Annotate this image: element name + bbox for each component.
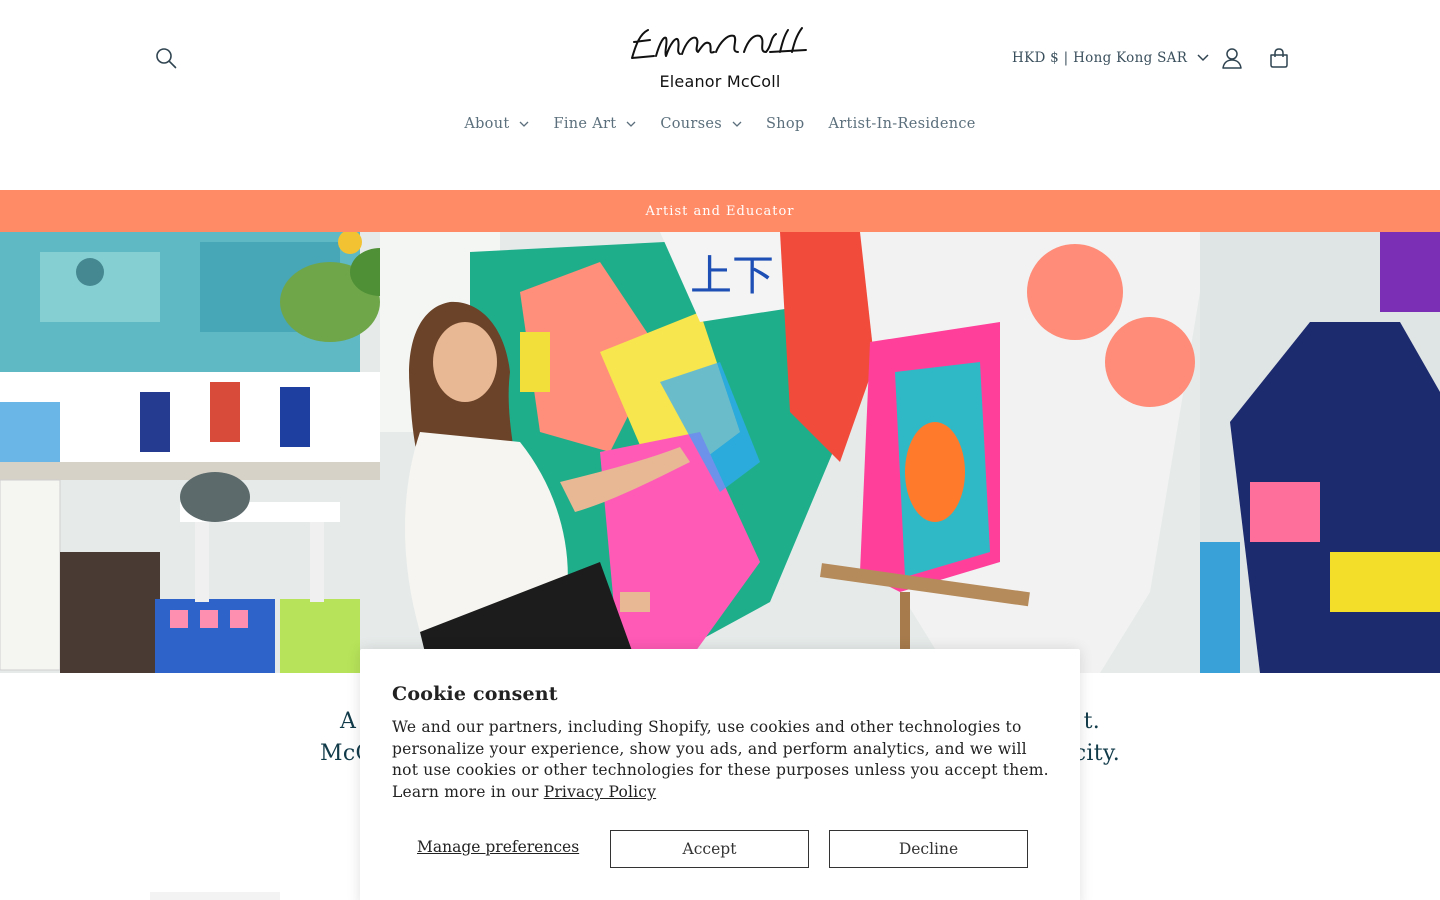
cookie-body-text: We and our partners, including Shopify, …: [392, 718, 1049, 802]
site-logo[interactable]: Eleanor McColl: [620, 22, 820, 94]
account-icon: [1222, 48, 1242, 69]
cookie-consent-dialog: Cookie consent We and our partners, incl…: [360, 649, 1080, 900]
svg-text:上下: 上下: [690, 251, 774, 300]
nav-label: Artist-In-Residence: [828, 116, 976, 132]
chevron-down-icon: [732, 121, 742, 127]
nav-item-about[interactable]: About: [452, 112, 541, 136]
logo-name: Eleanor McColl: [659, 72, 781, 91]
intro-fragment: t.: [1083, 709, 1100, 734]
nav-label: Fine Art: [553, 116, 617, 132]
cookie-body: We and our partners, including Shopify, …: [392, 717, 1052, 804]
account-button[interactable]: [1214, 40, 1250, 76]
section-image-partial: [150, 892, 280, 900]
nav-label: Courses: [660, 116, 722, 132]
nav-label: About: [464, 116, 510, 132]
announcement-text: Artist and Educator: [645, 203, 795, 219]
logo-signature: [631, 27, 807, 59]
nav-item-shop[interactable]: Shop: [754, 112, 816, 136]
main-nav: About Fine Art Courses Shop Artist-In-Re…: [0, 112, 1440, 136]
chevron-down-icon: [1197, 54, 1209, 62]
manage-preferences-link[interactable]: Manage preferences: [417, 838, 579, 856]
site-header: Eleanor McColl HKD $ | Hong Kong SAR Abo…: [0, 0, 1440, 190]
intro-fragment: A: [340, 709, 357, 734]
announcement-bar: Artist and Educator: [0, 190, 1440, 232]
nav-item-courses[interactable]: Courses: [648, 112, 754, 136]
accept-button[interactable]: Accept: [610, 830, 809, 868]
hero-image: 上下: [0, 232, 1440, 673]
nav-item-artist-in-residence[interactable]: Artist-In-Residence: [816, 112, 987, 136]
chevron-down-icon: [626, 121, 636, 127]
cookie-title: Cookie consent: [392, 683, 558, 705]
decline-button[interactable]: Decline: [829, 830, 1028, 868]
intro-fragment: city.: [1073, 741, 1120, 766]
hero-artist-photo: 上下: [0, 232, 1440, 673]
cart-icon: [1270, 48, 1288, 68]
cart-button[interactable]: [1261, 40, 1297, 76]
nav-label: Shop: [766, 116, 805, 132]
search-button[interactable]: [148, 40, 184, 76]
search-icon: [156, 48, 177, 69]
nav-item-fine-art[interactable]: Fine Art: [541, 112, 648, 136]
privacy-policy-link[interactable]: Privacy Policy: [544, 783, 656, 801]
currency-selector[interactable]: HKD $ | Hong Kong SAR: [1012, 44, 1209, 72]
chevron-down-icon: [520, 121, 529, 127]
cookie-actions: Manage preferences Accept Decline: [392, 830, 1048, 868]
currency-label: HKD $ | Hong Kong SAR: [1012, 50, 1188, 66]
